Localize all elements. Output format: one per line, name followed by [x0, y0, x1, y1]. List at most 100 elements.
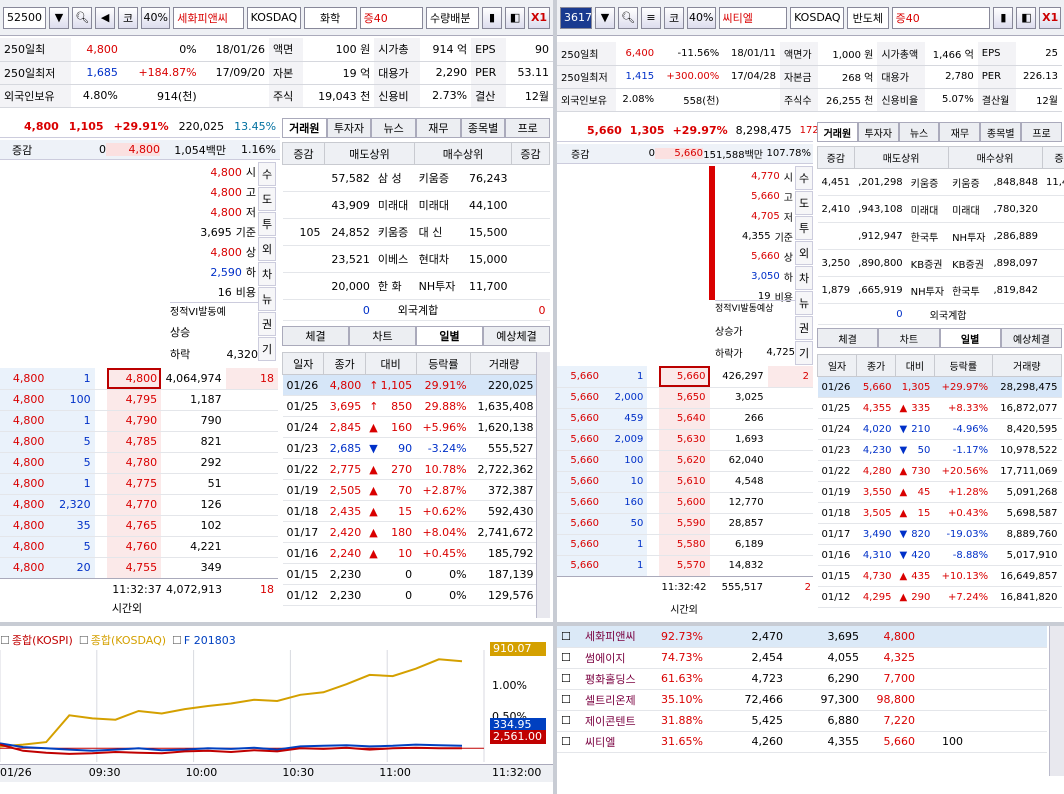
daily-row[interactable]: 01/22 2,775 ▲ 270 10.78% 2,722,362: [282, 458, 538, 480]
daily-row[interactable]: 01/15 2,230 0 0% 187,139: [282, 563, 538, 585]
buy-broker[interactable]: NH투자: [414, 272, 463, 300]
daily-header[interactable]: 종가: [856, 354, 896, 377]
daily-row[interactable]: 01/18 2,435 ▲ 15 +0.62% 592,430: [282, 500, 538, 522]
bid-price[interactable]: 5,580: [658, 534, 710, 556]
daily-header[interactable]: 거래량: [991, 354, 1063, 377]
buy-broker[interactable]: 대 신: [414, 218, 463, 246]
tab-투자자[interactable]: 투자자: [326, 118, 372, 137]
tab-재무[interactable]: 재무: [416, 118, 461, 137]
orderbook-row[interactable]: 5,660 2,000 5,650 3,025: [557, 387, 813, 409]
sell-broker[interactable]: 한 화: [373, 272, 415, 300]
bid-price[interactable]: 4,790: [106, 410, 162, 432]
side-tab-4[interactable]: 차: [795, 266, 813, 290]
buy-broker[interactable]: 한국투: [948, 276, 990, 304]
stock-name[interactable]: 세화피앤씨: [581, 626, 651, 648]
watchlist-row[interactable]: ☐ 셀트리온제 35.10% 72,466 97,300 98,800: [557, 689, 1047, 711]
orderbook-row[interactable]: 4,800 1 4,790 790: [0, 410, 278, 432]
tab-예상체결[interactable]: 예상체결: [1000, 328, 1062, 347]
orderbook-row[interactable]: 5,660 160 5,600 12,770: [557, 492, 813, 514]
bid-price[interactable]: 5,610: [658, 471, 710, 493]
sell-broker[interactable]: NH투자: [906, 276, 949, 304]
side-tab-5[interactable]: 뉴: [795, 291, 813, 315]
tab-뉴스[interactable]: 뉴스: [371, 118, 417, 137]
tab-프로[interactable]: 프로: [1021, 122, 1062, 141]
link-button[interactable]: ◧: [1016, 6, 1037, 29]
sell-broker[interactable]: 한국투: [906, 222, 949, 250]
orderbook-row[interactable]: 4,800 2,320 4,770 126: [0, 494, 278, 516]
sell-broker[interactable]: 미래대: [906, 195, 949, 223]
tab-프로[interactable]: 프로: [505, 118, 551, 137]
list-button[interactable]: ≡: [641, 6, 661, 29]
sell-broker[interactable]: 삼 성: [373, 164, 415, 192]
side-tab-2[interactable]: 투: [795, 216, 813, 240]
watchlist-row[interactable]: ☐ 썸에이지 74.73% 2,454 4,055 4,325: [557, 647, 1047, 669]
bid-price[interactable]: 5,640: [658, 408, 710, 430]
stock-name[interactable]: 셀트리온제: [581, 689, 651, 711]
tab-차트[interactable]: 차트: [349, 326, 416, 345]
bid-price[interactable]: 4,800: [106, 368, 162, 390]
orderbook-row[interactable]: 4,800 100 4,795 1,187: [0, 389, 278, 411]
buy-broker[interactable]: 키움증: [414, 164, 463, 192]
bid-price[interactable]: 4,775: [106, 473, 162, 495]
orderbook-row[interactable]: 5,660 1 5,570 14,832: [557, 555, 813, 577]
orderbook-row[interactable]: 5,660 459 5,640 266: [557, 408, 813, 430]
side-tab-1[interactable]: 도: [795, 191, 813, 215]
daily-row[interactable]: 01/17 3,490 ▼ 820 -19.03% 8,889,760: [817, 523, 1062, 545]
daily-header[interactable]: 일자: [281, 352, 325, 375]
tab-종목별[interactable]: 종목별: [980, 122, 1022, 141]
daily-row[interactable]: 01/25 4,355 ▲ 335 +8.33% 16,872,077: [817, 397, 1062, 419]
tab-차트[interactable]: 차트: [878, 328, 940, 347]
daily-row[interactable]: 01/25 3,695 ↑ 850 29.88% 1,635,408: [282, 395, 538, 417]
row-checkbox[interactable]: ☐: [557, 731, 581, 753]
orderbook-row[interactable]: 5,660 10 5,610 4,548: [557, 471, 813, 493]
close-window-button[interactable]: X1: [1039, 6, 1061, 29]
daily-header[interactable]: 거래량: [470, 352, 538, 375]
stock-code-input[interactable]: 36170: [560, 6, 599, 29]
bid-price[interactable]: 4,795: [106, 389, 162, 411]
menu-label[interactable]: 수량배분: [426, 6, 480, 29]
bid-price[interactable]: 5,660: [658, 366, 710, 388]
side-tab-3[interactable]: 외: [795, 241, 813, 265]
row-checkbox[interactable]: ☐: [557, 626, 581, 648]
orderbook-row[interactable]: 5,660 2,009 5,630 1,693: [557, 429, 813, 451]
watchlist-scrollbar[interactable]: [1049, 626, 1064, 776]
daily-header[interactable]: 종가: [323, 352, 366, 375]
daily-header[interactable]: 일자: [816, 354, 858, 377]
daily-row[interactable]: 01/19 2,505 ▲ 70 +2.87% 372,387: [282, 479, 538, 501]
buy-broker[interactable]: 현대차: [414, 245, 463, 273]
side-tab-6[interactable]: 권: [258, 312, 276, 336]
daily-row[interactable]: 01/12 4,295 ▲ 290 +7.24% 16,841,820: [817, 586, 1062, 608]
close-window-button[interactable]: X1: [528, 6, 550, 29]
bid-price[interactable]: 5,600: [658, 492, 710, 514]
side-tab-4[interactable]: 차: [258, 262, 276, 286]
tab-거래원[interactable]: 거래원: [282, 118, 327, 137]
tab-종목별[interactable]: 종목별: [460, 118, 506, 137]
tab-거래원[interactable]: 거래원: [817, 122, 858, 141]
side-tab-7[interactable]: 기: [258, 337, 276, 361]
daily-row[interactable]: 01/17 2,420 ▲ 180 +8.04% 2,741,672: [282, 521, 538, 543]
daily-header[interactable]: 대비: [364, 352, 417, 375]
stock-name[interactable]: 평화홀딩스: [581, 668, 651, 690]
code-dropdown-button[interactable]: ▼: [595, 6, 615, 29]
sell-broker[interactable]: KB증권: [906, 249, 949, 277]
search-button[interactable]: 🔍︎: [618, 6, 638, 29]
bid-price[interactable]: 4,760: [106, 536, 162, 558]
bid-price[interactable]: 5,630: [658, 429, 710, 451]
daily-row[interactable]: 01/24 2,845 ▲ 160 +5.96% 1,620,138: [282, 416, 538, 438]
orderbook-row[interactable]: 4,800 1 4,775 51: [0, 473, 278, 495]
after-hours-label[interactable]: 시간외: [0, 599, 266, 619]
daily-row[interactable]: 01/18 3,505 ▲ 15 +0.43% 5,698,587: [817, 502, 1062, 524]
orderbook-row[interactable]: 5,660 1 5,580 6,189: [557, 534, 813, 556]
sound-button[interactable]: ◀: [95, 6, 116, 29]
bid-price[interactable]: 5,650: [658, 387, 710, 409]
orderbook-row[interactable]: 4,800 1 4,800 4,064,974 18: [0, 368, 278, 390]
search-button[interactable]: 🔍︎: [72, 6, 93, 29]
tab-뉴스[interactable]: 뉴스: [898, 122, 940, 141]
daily-header[interactable]: 등락률: [933, 354, 993, 377]
row-checkbox[interactable]: ☐: [557, 710, 581, 732]
tab-재무[interactable]: 재무: [939, 122, 981, 141]
stock-code-input[interactable]: 52500: [3, 6, 46, 29]
tab-일별[interactable]: 일별: [416, 326, 483, 345]
stock-name[interactable]: 씨티엘: [581, 731, 651, 753]
side-tab-5[interactable]: 뉴: [258, 287, 276, 311]
